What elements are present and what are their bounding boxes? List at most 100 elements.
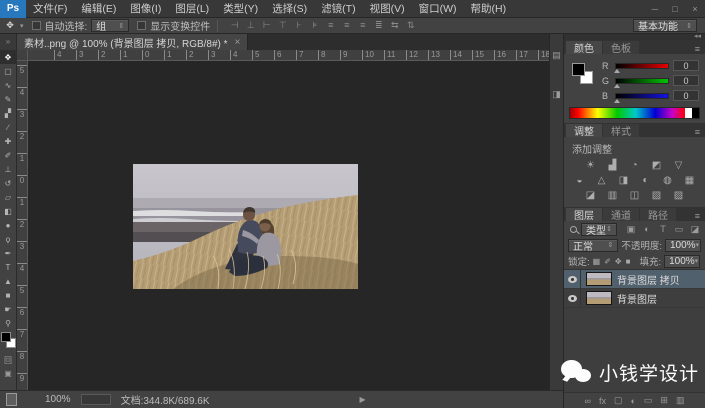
align-bottom-edges-icon[interactable]: ⊧ [309,20,320,31]
distribute-top-icon[interactable]: ≡ [325,20,336,31]
toolbox-collapse-button[interactable]: » [0,34,17,50]
menu-item[interactable]: 类型(Y) [216,0,265,18]
quick-mask-button[interactable]: 回 [0,354,17,367]
marquee-tool[interactable]: ▢ [0,64,17,78]
slider-thumb-icon[interactable] [614,69,620,73]
align-h-centers-icon[interactable]: ⊥ [245,20,256,31]
eyedropper-tool[interactable]: ∕ [0,120,17,134]
panel-tab[interactable]: 路径 [640,208,676,221]
filter-type-layers-icon[interactable]: T [657,224,669,235]
screen-mode-button[interactable]: ▣ [0,367,17,380]
auto-select-checkbox[interactable] [32,21,41,30]
menu-item[interactable]: 视图(V) [363,0,412,18]
adjustment-layer-icon[interactable]: ◐ [630,396,635,406]
filter-adjustment-layers-icon[interactable]: ◐ [641,224,653,235]
brightness-contrast-icon[interactable]: ☀ [583,159,598,171]
panel-tab[interactable]: 样式 [603,124,639,137]
levels-icon[interactable]: ▟ [605,159,620,171]
channel-mixer-icon[interactable]: ◍ [660,174,675,186]
align-left-edges-icon[interactable]: ⊣ [229,20,240,31]
filter-smart-objects-icon[interactable]: ◪ [689,224,701,235]
blend-mode-dropdown[interactable]: 正常 ⇕ [568,239,618,252]
layer-group-icon[interactable]: ▭ [644,395,653,406]
menu-item[interactable]: 滤镜(T) [314,0,362,18]
panel-tab[interactable]: 色板 [603,41,639,54]
color-swatches-mini[interactable] [572,63,596,87]
auto-select-dropdown[interactable]: 组 ⇕ [91,19,129,32]
panel-menu-icon[interactable]: ≡ [695,127,700,137]
channel-value[interactable]: 0 [673,75,699,86]
color-lookup-icon[interactable]: ▦ [682,174,697,186]
distribute-right-icon[interactable]: ⇅ [405,20,416,31]
selective-color-icon[interactable]: ▧ [649,189,664,201]
menu-item[interactable]: 选择(S) [265,0,314,18]
distribute-left-icon[interactable]: ≣ [373,20,384,31]
channel-value[interactable]: 0 [673,60,699,71]
opacity-dropdown[interactable]: 100% ▾ [665,239,701,252]
channel-value[interactable]: 0 [673,90,699,101]
filter-pixel-layers-icon[interactable]: ▣ [625,224,637,235]
layer-row[interactable]: 背景图层 拷贝 [564,270,705,289]
color-balance-icon[interactable]: △ [594,174,609,186]
panel-tab[interactable]: 图层 [566,208,602,221]
lock-all-icon[interactable]: ■ [626,257,631,266]
link-layers-icon[interactable]: ∞ [585,396,591,406]
curves-icon[interactable]: ◔ [627,159,642,171]
layer-visibility-toggle[interactable] [564,270,581,288]
align-top-edges-icon[interactable]: ⊤ [277,20,288,31]
align-v-centers-icon[interactable]: ⊦ [293,20,304,31]
invert-icon[interactable]: ◪ [583,189,598,201]
panel-tab[interactable]: 通道 [603,208,639,221]
filter-shape-layers-icon[interactable]: ▭ [673,224,685,235]
layer-visibility-toggle[interactable] [564,289,581,307]
foreground-color-swatch[interactable] [572,63,585,76]
layer-thumbnail[interactable] [586,272,612,286]
maximize-button[interactable]: □ [665,0,685,18]
photo-filter-icon[interactable]: ◐ [638,174,653,186]
quick-selection-tool[interactable]: ✎ [0,92,17,106]
eraser-tool[interactable]: ▱ [0,190,17,204]
gradient-tool[interactable]: ◧ [0,204,17,218]
channel-slider[interactable] [615,93,669,99]
channel-slider[interactable] [615,63,669,69]
blur-tool[interactable]: ● [0,218,17,232]
filter-type-dropdown[interactable]: 类型 ⇕ [581,223,617,236]
close-button[interactable]: × [685,0,705,18]
lock-pixels-icon[interactable]: ✐ [604,257,611,266]
dodge-tool[interactable]: ϙ [0,232,17,246]
lasso-tool[interactable]: ∿ [0,78,17,92]
delete-layer-icon[interactable]: ▥ [676,395,685,406]
lock-transparency-icon[interactable]: ▦ [593,257,601,266]
distribute-v-centers-icon[interactable]: ≡ [341,20,352,31]
zoom-level[interactable]: 100% [45,394,71,405]
menu-item[interactable]: 窗口(W) [412,0,464,18]
menu-item[interactable]: 图层(L) [168,0,216,18]
menu-item[interactable]: 编辑(E) [74,0,123,18]
align-right-edges-icon[interactable]: ⊢ [261,20,272,31]
spectrum-black[interactable] [692,108,699,118]
layer-style-icon[interactable]: fx [599,396,606,406]
new-layer-icon[interactable]: ⊞ [660,395,668,406]
foreground-color-swatch[interactable] [1,332,11,342]
layer-thumbnail[interactable] [586,291,612,305]
channel-slider[interactable] [615,78,669,84]
workspace-dropdown[interactable]: 基本功能 ⇕ [633,19,697,32]
threshold-icon[interactable]: ◫ [627,189,642,201]
document-image[interactable] [133,164,358,289]
brush-tool[interactable]: ✐ [0,148,17,162]
tool-preset-caret-icon[interactable]: ▾ [20,22,24,30]
black-white-icon[interactable]: ◨ [616,174,631,186]
status-menu-arrow-icon[interactable]: ▶ [360,395,366,404]
type-tool[interactable]: T [0,260,17,274]
slider-thumb-icon[interactable] [614,84,620,88]
menu-item[interactable]: 图像(I) [123,0,168,18]
crop-tool[interactable]: ▞ [0,106,17,120]
document-tab[interactable]: 素材..png @ 100% (背景图层 拷贝, RGB/8#) * × [17,34,248,50]
move-tool[interactable]: ✥ [0,50,17,64]
panel-tab[interactable]: 颜色 [566,41,602,54]
distribute-bottom-icon[interactable]: ≡ [357,20,368,31]
lock-position-icon[interactable]: ✥ [615,257,622,266]
panel-menu-icon[interactable]: ≡ [695,44,700,54]
show-transform-checkbox[interactable] [137,21,146,30]
history-brush-tool[interactable]: ↺ [0,176,17,190]
